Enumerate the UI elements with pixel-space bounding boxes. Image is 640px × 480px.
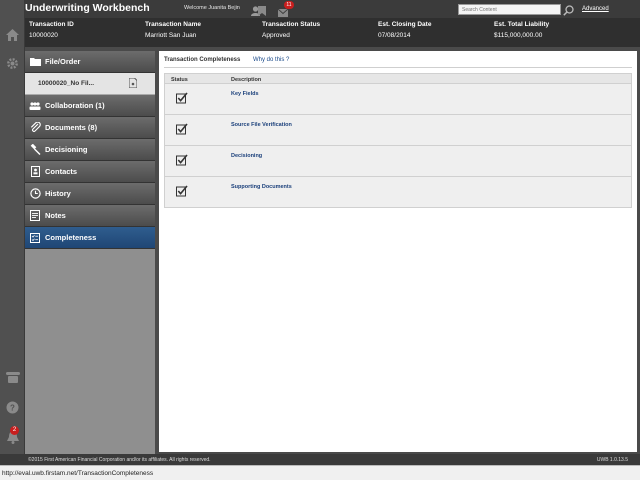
help-icon[interactable]: ? (4, 399, 21, 416)
sidebar-item-label: Documents (8) (45, 123, 98, 132)
notes-icon (25, 210, 45, 221)
contacts-icon (25, 166, 45, 177)
summary-value: 10000020 (29, 32, 58, 39)
sidebar-item-label: History (45, 189, 71, 198)
completeness-table: Status Description Key Fields Source Fil… (164, 73, 632, 208)
summary-transaction-status: Transaction Status Approved (262, 21, 320, 39)
app-title: Underwriting Workbench (25, 2, 150, 14)
sidebar-item-label: Completeness (45, 233, 97, 242)
summary-header: Est. Total Liability (494, 21, 550, 28)
document-icon[interactable] (128, 77, 138, 90)
transaction-summary: Transaction ID 10000020 Transaction Name… (25, 18, 640, 47)
summary-header: Transaction Name (145, 21, 201, 28)
checkbox-checked-icon (176, 91, 188, 109)
sidebar-item-label: Collaboration (1) (45, 101, 105, 110)
paperclip-icon (25, 122, 45, 133)
summary-value: Approved (262, 32, 290, 39)
version-text: UWB 1.0.13.5 (596, 457, 628, 463)
checklist-icon (25, 232, 45, 243)
summary-value: 07/08/2014 (378, 32, 411, 39)
browser-status-bar: http://eval.uwb.firstam.net/TransactionC… (0, 465, 640, 480)
sidebar-item-notes[interactable]: Notes (25, 205, 155, 227)
summary-total-liability: Est. Total Liability $115,000,000.00 (494, 21, 549, 39)
copyright-text: ©2015 First American Financial Corporati… (28, 457, 211, 463)
panel-title: Transaction Completeness (164, 57, 241, 63)
mail-count-badge: 11 (284, 1, 294, 9)
clock-icon (25, 188, 45, 199)
row-description[interactable]: Supporting Documents (231, 184, 292, 190)
column-header-description: Description (231, 77, 262, 83)
checkbox-checked-icon (176, 122, 188, 140)
column-header-status: Status (171, 77, 188, 83)
sidebar-item-label: Contacts (45, 167, 78, 176)
search-input[interactable] (458, 4, 561, 15)
summary-transaction-name: Transaction Name Marriott San Juan (145, 21, 201, 39)
table-row: Decisioning (164, 146, 632, 177)
table-header: Status Description (164, 73, 632, 84)
sidebar-item-collaboration[interactable]: Collaboration (1) (25, 95, 155, 117)
sidebar-subitem-label: 10000020_No Fil... (38, 80, 95, 87)
sidebar-item-label: File/Order (45, 57, 81, 66)
sidebar-item-contacts[interactable]: Contacts (25, 161, 155, 183)
summary-value: Marriott San Juan (145, 32, 197, 39)
row-description[interactable]: Source File Verification (231, 122, 292, 128)
notification-badge: 2 (10, 426, 19, 435)
row-description[interactable]: Key Fields (231, 91, 259, 97)
main-panel: Transaction Completeness Why do this ? S… (159, 51, 637, 452)
svg-text:?: ? (10, 404, 15, 413)
sidebar-subitem-file[interactable]: 10000020_No Fil... (25, 73, 155, 95)
summary-header: Est. Closing Date (378, 21, 432, 28)
summary-transaction-id: Transaction ID 10000020 (29, 21, 74, 39)
sidebar-nav: File/Order 10000020_No Fil... Collaborat… (25, 51, 155, 454)
advanced-search-link[interactable]: Advanced (582, 6, 609, 12)
sidebar-item-documents[interactable]: Documents (8) (25, 117, 155, 139)
summary-header: Transaction ID (29, 21, 74, 28)
checkbox-checked-icon (176, 184, 188, 202)
table-row: Key Fields (164, 84, 632, 115)
sidebar-item-label: Notes (45, 211, 66, 220)
sidebar-item-file-order[interactable]: File/Order (25, 51, 155, 73)
gear-icon[interactable] (4, 55, 21, 72)
home-icon[interactable] (4, 26, 21, 43)
checkbox-checked-icon (176, 153, 188, 171)
phone-icon[interactable] (4, 368, 21, 385)
title-divider (164, 67, 632, 68)
table-row: Source File Verification (164, 115, 632, 146)
app-footer: ©2015 First American Financial Corporati… (0, 454, 640, 465)
sidebar-item-label: Decisioning (45, 145, 88, 154)
sidebar-item-decisioning[interactable]: Decisioning (25, 139, 155, 161)
summary-closing-date: Est. Closing Date 07/08/2014 (378, 21, 431, 39)
gavel-icon (25, 144, 45, 155)
folder-icon (25, 57, 45, 66)
sidebar-item-completeness[interactable]: Completeness (25, 227, 155, 249)
summary-value: $115,000,000.00 (494, 32, 543, 39)
people-icon (25, 101, 45, 110)
icon-rail: ? 2 (0, 0, 25, 465)
app-header: Underwriting Workbench Welcome Juanita B… (25, 0, 640, 18)
sidebar-item-history[interactable]: History (25, 183, 155, 205)
app-window: ? 2 Underwriting Workbench Welcome Juani… (0, 0, 640, 480)
welcome-text: Welcome Juanita Bejin (184, 5, 240, 11)
row-description[interactable]: Decisioning (231, 153, 262, 159)
why-do-this-link[interactable]: Why do this ? (253, 57, 289, 63)
summary-header: Transaction Status (262, 21, 321, 28)
table-row: Supporting Documents (164, 177, 632, 208)
